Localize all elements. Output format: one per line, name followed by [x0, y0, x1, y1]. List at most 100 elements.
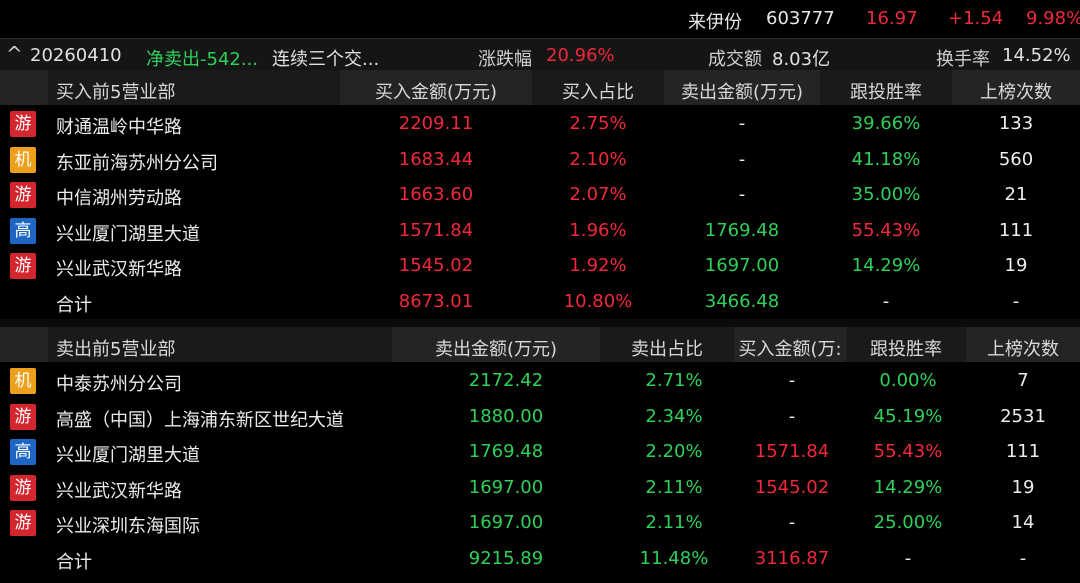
table-row[interactable]: 游 兴业武汉新华路 1545.02 1.92% 1697.00 14.29% 1…: [0, 247, 1080, 283]
sell-amount: 1880.00: [468, 405, 544, 427]
badge-you-icon: 游: [10, 111, 36, 137]
badge-gao-icon: 高: [10, 439, 36, 466]
table-row[interactable]: 机 中泰苏州分公司 2172.42 2.71% - 0.00% 7: [0, 362, 1080, 398]
broker-name: 兴业厦门湖里大道: [56, 445, 200, 467]
badge-you-icon: 游: [10, 182, 36, 209]
table-row[interactable]: 游 兴业武汉新华路 1697.00 2.11% 1545.02 14.29% 1…: [0, 468, 1080, 505]
sell-ratio: 2.71%: [645, 370, 703, 391]
win-rate: 0.00%: [879, 370, 937, 391]
buy-amount: 1683.44: [398, 148, 474, 170]
table-row[interactable]: 游 高盛（中国）上海浦东新区世纪大道 1880.00 2.34% - 45.19…: [0, 397, 1080, 434]
buy-amount: 2209.11: [398, 113, 474, 134]
turnover-label: 换手率: [936, 49, 990, 70]
broker-name: 兴业武汉新华路: [56, 259, 182, 281]
list-count: 7: [1017, 370, 1029, 391]
sell-ratio: 2.11%: [645, 476, 703, 498]
col-list-count: 上榜次数: [987, 339, 1059, 360]
badge-ji-icon: 机: [10, 146, 36, 173]
stock-price: 16.97: [866, 8, 918, 29]
buy-amount: 1571.84: [398, 219, 474, 241]
col-sell-ratio: 卖出占比: [631, 339, 703, 360]
broker-name: 兴业厦门湖里大道: [56, 223, 200, 245]
list-count: 19: [1004, 255, 1028, 277]
turnover-value: 14.52%: [1002, 45, 1071, 66]
buy-ratio: 2.75%: [569, 113, 627, 134]
sell-amount: -: [738, 148, 746, 170]
buy-amount: -: [788, 405, 796, 427]
win-rate: 45.19%: [873, 405, 943, 427]
list-count: 560: [998, 148, 1034, 170]
change-value: 20.96%: [546, 45, 615, 66]
win-rate: 41.18%: [851, 148, 921, 170]
amount-label: 成交额: [708, 49, 762, 70]
list-count: 111: [998, 219, 1034, 241]
sell-amount: 1769.48: [468, 441, 544, 463]
buy-amount: 1545.02: [398, 255, 474, 277]
sell-amount: 2172.42: [468, 370, 544, 391]
badge-you-icon: 游: [10, 403, 36, 430]
col-buy-ratio: 买入占比: [562, 82, 634, 103]
table-row[interactable]: 游 财通温岭中华路 2209.11 2.75% - 39.66% 133: [0, 105, 1080, 141]
buy-amount: 1571.84: [754, 441, 830, 463]
badge-you-icon: 游: [10, 474, 36, 501]
col-sell-broker: 卖出前5营业部: [56, 339, 176, 360]
broker-name: 兴业深圳东海国际: [56, 516, 200, 538]
net-sell: 净卖出-542...: [146, 49, 259, 70]
col-win-rate: 跟投胜率: [850, 82, 922, 103]
buy-amount: 1545.02: [754, 476, 830, 498]
list-count: 2531: [1000, 405, 1046, 427]
win-rate: 25.00%: [873, 512, 943, 534]
total-sell-ratio: 11.48%: [639, 547, 709, 569]
broker-name: 东亚前海苏州分公司: [56, 152, 218, 174]
broker-name: 中泰苏州分公司: [56, 374, 182, 395]
col-sell-amount: 卖出金额(万元): [434, 339, 558, 360]
buy-ratio: 1.92%: [569, 255, 627, 277]
total-row: 合计 8673.01 10.80% 3466.48 - -: [0, 282, 1080, 319]
stock-name: 来伊份: [688, 12, 742, 33]
sell-amount: 1697.00: [468, 512, 544, 534]
total-list-count: -: [1019, 547, 1027, 569]
win-rate: 14.29%: [851, 255, 921, 277]
buy-amount: -: [788, 370, 796, 391]
col-buy-amount: 买入金额(万元): [374, 82, 498, 103]
sell-amount: 1697.00: [468, 476, 544, 498]
table-row[interactable]: 游 中信湖州劳动路 1663.60 2.07% - 35.00% 21: [0, 176, 1080, 212]
col-win-rate: 跟投胜率: [870, 339, 942, 360]
sell-top5-table: 卖出前5营业部 卖出金额(万元) 卖出占比 买入金额(万: 跟投胜率 上榜次数 …: [0, 327, 1080, 576]
buy-table-header: 买入前5营业部 买入金额(万元) 买入占比 卖出金额(万元) 跟投胜率 上榜次数: [0, 70, 1080, 105]
list-count: 111: [1005, 441, 1041, 463]
total-buy-ratio: 10.80%: [563, 290, 633, 312]
stock-change-pct: 9.98%: [1026, 8, 1080, 29]
buy-amount: 1663.60: [398, 184, 474, 206]
badge-ji-icon: 机: [10, 368, 36, 394]
trade-date: 20260410: [30, 45, 122, 66]
table-row[interactable]: 高 兴业厦门湖里大道 1769.48 2.20% 1571.84 55.43% …: [0, 433, 1080, 469]
win-rate: 39.66%: [851, 113, 921, 134]
broker-name: 中信湖州劳动路: [56, 188, 182, 210]
buy-amount: -: [788, 512, 796, 534]
sell-amount: 1769.48: [704, 219, 780, 241]
list-count: 133: [998, 113, 1034, 134]
total-row: 合计 9215.89 11.48% 3116.87 - -: [0, 539, 1080, 576]
collapse-caret-icon[interactable]: ^: [6, 42, 23, 66]
summary-bar[interactable]: ^ 20260410 净卖出-542... 连续三个交... 涨跌幅 20.96…: [0, 38, 1080, 70]
buy-top5-table: 买入前5营业部 买入金额(万元) 买入占比 卖出金额(万元) 跟投胜率 上榜次数…: [0, 70, 1080, 319]
section-divider: [0, 319, 1080, 327]
broker-name: 财通温岭中华路: [56, 117, 182, 138]
stock-code: 603777: [766, 8, 835, 29]
total-buy-amount: 8673.01: [398, 290, 474, 312]
change-label: 涨跌幅: [478, 49, 532, 70]
table-row[interactable]: 高 兴业厦门湖里大道 1571.84 1.96% 1769.48 55.43% …: [0, 211, 1080, 248]
broker-name: 兴业武汉新华路: [56, 480, 182, 502]
listing-reason: 连续三个交...: [272, 49, 380, 70]
sell-amount: 1697.00: [704, 255, 780, 277]
col-buy-broker: 买入前5营业部: [56, 82, 176, 103]
total-label: 合计: [56, 551, 92, 573]
col-list-count: 上榜次数: [980, 82, 1052, 103]
total-win-rate: -: [904, 547, 912, 569]
badge-you-icon: 游: [10, 510, 36, 537]
sell-ratio: 2.20%: [645, 441, 703, 463]
table-row[interactable]: 机 东亚前海苏州分公司 1683.44 2.10% - 41.18% 560: [0, 140, 1080, 177]
table-row[interactable]: 游 兴业深圳东海国际 1697.00 2.11% - 25.00% 14: [0, 504, 1080, 540]
total-buy-amount: 3116.87: [754, 547, 830, 569]
